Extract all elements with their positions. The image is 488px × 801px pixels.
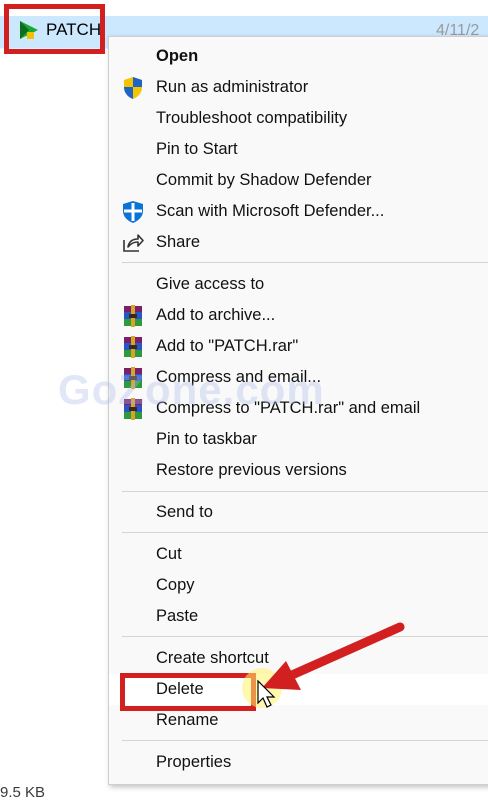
menu-item-label: Paste: [156, 607, 199, 625]
winrar-icon: [124, 305, 142, 327]
menu-separator: [122, 532, 488, 533]
annotation-box-delete: [120, 673, 256, 711]
menu-item-run-as-admin[interactable]: Run as administrator: [109, 72, 488, 103]
uac-shield-icon: [124, 77, 142, 99]
menu-item-troubleshoot[interactable]: Troubleshoot compatibility: [109, 103, 488, 134]
menu-item-label: Run as administrator: [156, 78, 309, 96]
menu-item-label: Cut: [156, 545, 182, 563]
menu-item-label: Scan with Microsoft Defender...: [156, 202, 385, 220]
menu-item-shadow-defender[interactable]: Commit by Shadow Defender: [109, 165, 488, 196]
menu-item-label: Add to archive...: [156, 306, 276, 324]
defender-shield-icon: [123, 201, 143, 223]
menu-item-label: Open: [156, 47, 199, 65]
menu-item-restore-previous[interactable]: Restore previous versions: [109, 455, 488, 486]
share-icon: [123, 234, 144, 252]
menu-item-label: Share: [156, 233, 201, 251]
menu-item-share[interactable]: Share: [109, 227, 488, 258]
menu-item-label: Properties: [156, 753, 232, 771]
menu-separator: [122, 636, 488, 637]
menu-item-label: Pin to taskbar: [156, 430, 257, 448]
menu-item-cut[interactable]: Cut: [109, 539, 488, 570]
menu-item-pin-to-start[interactable]: Pin to Start: [109, 134, 488, 165]
menu-item-label: Restore previous versions: [156, 461, 347, 479]
annotation-box-file: [4, 4, 105, 54]
menu-item-pin-to-taskbar[interactable]: Pin to taskbar: [109, 424, 488, 455]
menu-item-label: Copy: [156, 576, 195, 594]
menu-item-label: Create shortcut: [156, 649, 269, 667]
menu-item-open[interactable]: Open: [109, 41, 488, 72]
menu-item-label: Add to "PATCH.rar": [156, 337, 299, 355]
menu-separator: [122, 491, 488, 492]
menu-separator: [122, 740, 488, 741]
file-size: 9.5 KB: [0, 784, 46, 801]
menu-item-label: Send to: [156, 503, 213, 521]
menu-item-add-to-patch-rar[interactable]: Add to "PATCH.rar": [109, 331, 488, 362]
menu-item-give-access[interactable]: Give access to: [109, 269, 488, 300]
menu-item-label: Commit by Shadow Defender: [156, 171, 372, 189]
menu-item-scan-defender[interactable]: Scan with Microsoft Defender...: [109, 196, 488, 227]
menu-item-label: Troubleshoot compatibility: [156, 109, 348, 127]
menu-item-send-to[interactable]: Send to: [109, 497, 488, 528]
menu-item-copy[interactable]: Copy: [109, 570, 488, 601]
menu-item-label: Give access to: [156, 275, 265, 293]
menu-item-label: Rename: [156, 711, 219, 729]
menu-separator: [122, 262, 488, 263]
menu-item-properties[interactable]: Properties: [109, 747, 488, 778]
menu-item-paste[interactable]: Paste: [109, 601, 488, 632]
menu-item-create-shortcut[interactable]: Create shortcut: [109, 643, 488, 674]
watermark: GoZone.com: [58, 366, 325, 413]
menu-item-label: Pin to Start: [156, 140, 238, 158]
menu-item-add-to-archive[interactable]: Add to archive...: [109, 300, 488, 331]
winrar-icon: [124, 336, 142, 358]
